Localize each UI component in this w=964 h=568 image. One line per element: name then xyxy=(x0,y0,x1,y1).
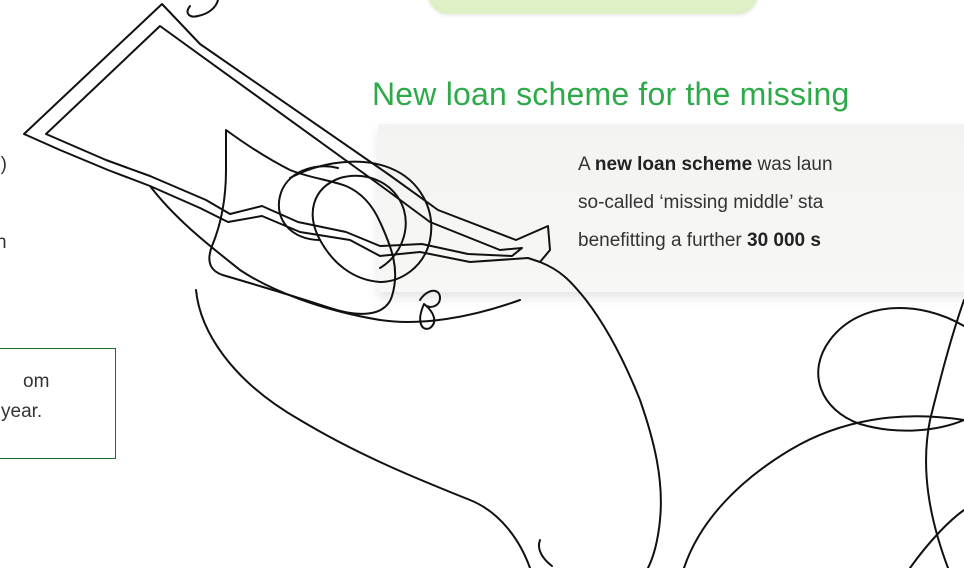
card-text: so-called ‘missing middle’ sta xyxy=(578,192,824,213)
info-card: A new loan scheme was laun so-called ‘mi… xyxy=(378,124,964,292)
card-bold-text: new loan scheme xyxy=(594,154,753,175)
card-text: benefitting a further xyxy=(578,230,747,251)
finger-outline xyxy=(277,165,339,241)
callout-line: year. xyxy=(1,401,43,422)
hand-outline xyxy=(195,289,531,568)
decorative-curl xyxy=(186,0,219,18)
card-line: so-called ‘missing middle’ sta xyxy=(578,192,823,214)
top-banner-tab xyxy=(428,0,758,14)
card-text: A xyxy=(578,154,595,175)
card-text: was laun xyxy=(752,154,833,175)
callout-box: om year. xyxy=(0,348,116,459)
section-heading: New loan scheme for the missing xyxy=(372,76,850,112)
card-line: benefitting a further 30 000 s xyxy=(578,230,821,252)
hand-outline xyxy=(539,261,662,568)
left-text-fragment: S) xyxy=(0,154,7,175)
card-line: A new loan scheme was laun xyxy=(578,154,833,176)
cuff-squiggle xyxy=(538,539,553,567)
ribbon-loop xyxy=(419,289,441,330)
card-bold-text: 30 000 s xyxy=(747,230,821,251)
left-text-fragment: n xyxy=(0,232,7,253)
banknote-center-shape xyxy=(208,129,397,315)
sleeve-outline xyxy=(909,509,964,568)
callout-line: om xyxy=(23,371,50,392)
sleeve-outline xyxy=(683,415,964,568)
decorative-loop xyxy=(925,299,964,568)
decorative-loop xyxy=(817,306,964,432)
